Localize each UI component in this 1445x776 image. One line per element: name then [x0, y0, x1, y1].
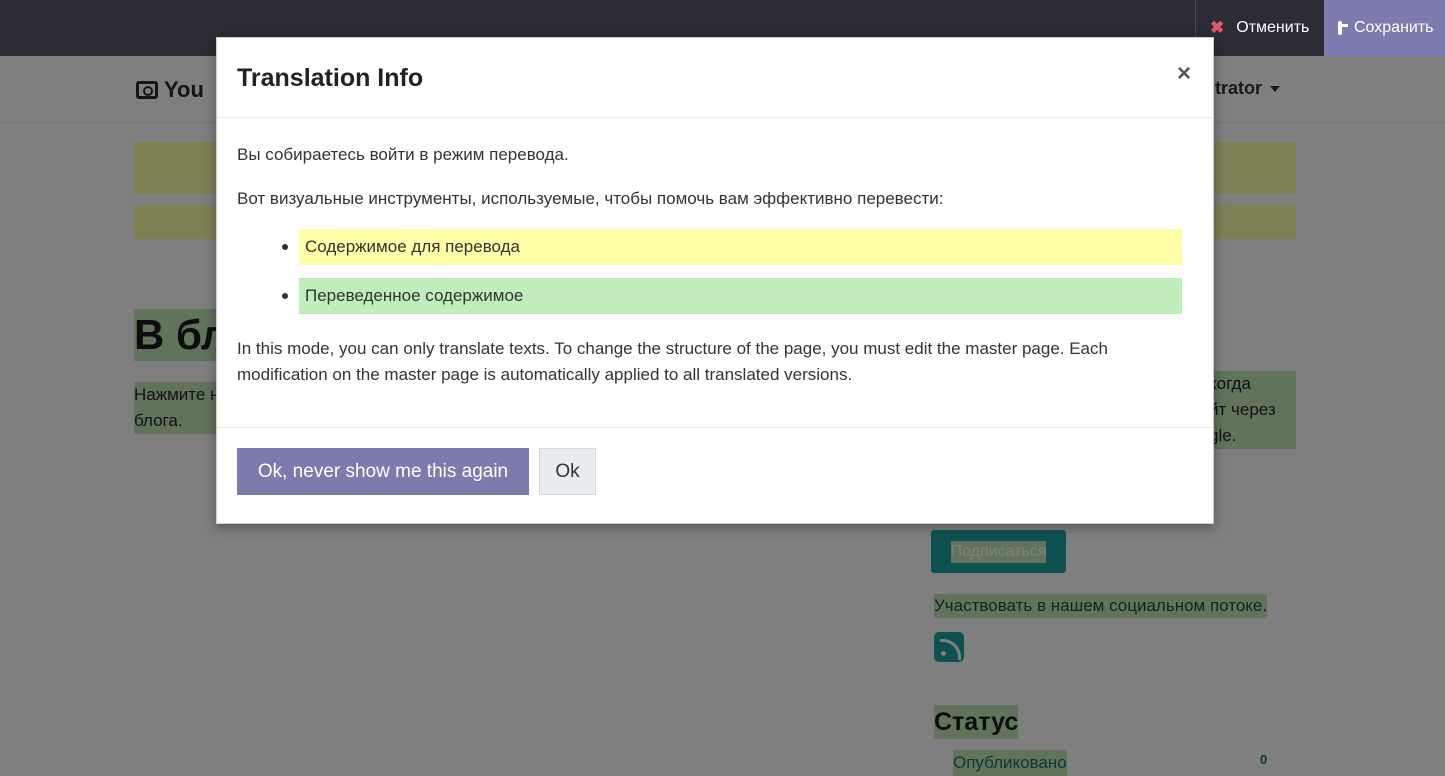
bullet-icon	[282, 293, 288, 299]
tools-intro-text: Вот визуальные инструменты, используемые…	[237, 189, 944, 208]
modal-title: Translation Info	[237, 64, 424, 92]
translation-info-dialog: Translation Info × Вы собираетесь войти …	[216, 37, 1214, 524]
cancel-button-label: Отменить	[1236, 19, 1310, 36]
save-button[interactable]: Сохранить	[1324, 0, 1445, 56]
legend-item-translated: Переведенное содержимое	[237, 278, 1195, 314]
never-show-again-button[interactable]: Ok, never show me this again	[237, 448, 529, 495]
legend-item-to-translate: Содержимое для перевода	[237, 229, 1195, 265]
modal-header: Translation Info ×	[217, 38, 1213, 118]
close-icon: ✖	[1210, 18, 1225, 37]
ok-button[interactable]: Ok	[539, 448, 596, 495]
save-button-label: Сохранить	[1354, 19, 1434, 36]
cancel-button[interactable]: ✖ Отменить	[1195, 0, 1324, 56]
mode-note: In this mode, you can only translate tex…	[237, 339, 1108, 384]
modal-footer: Ok, never show me this again Ok	[217, 427, 1213, 525]
bullet-icon	[282, 244, 288, 250]
intro-text: Вы собираетесь войти в режим перевода.	[237, 145, 569, 164]
floppy-disk-icon	[1338, 21, 1348, 35]
legend-label: Переведенное содержимое	[299, 278, 1182, 314]
close-icon[interactable]: ×	[1177, 62, 1191, 86]
legend-label: Содержимое для перевода	[299, 229, 1182, 265]
